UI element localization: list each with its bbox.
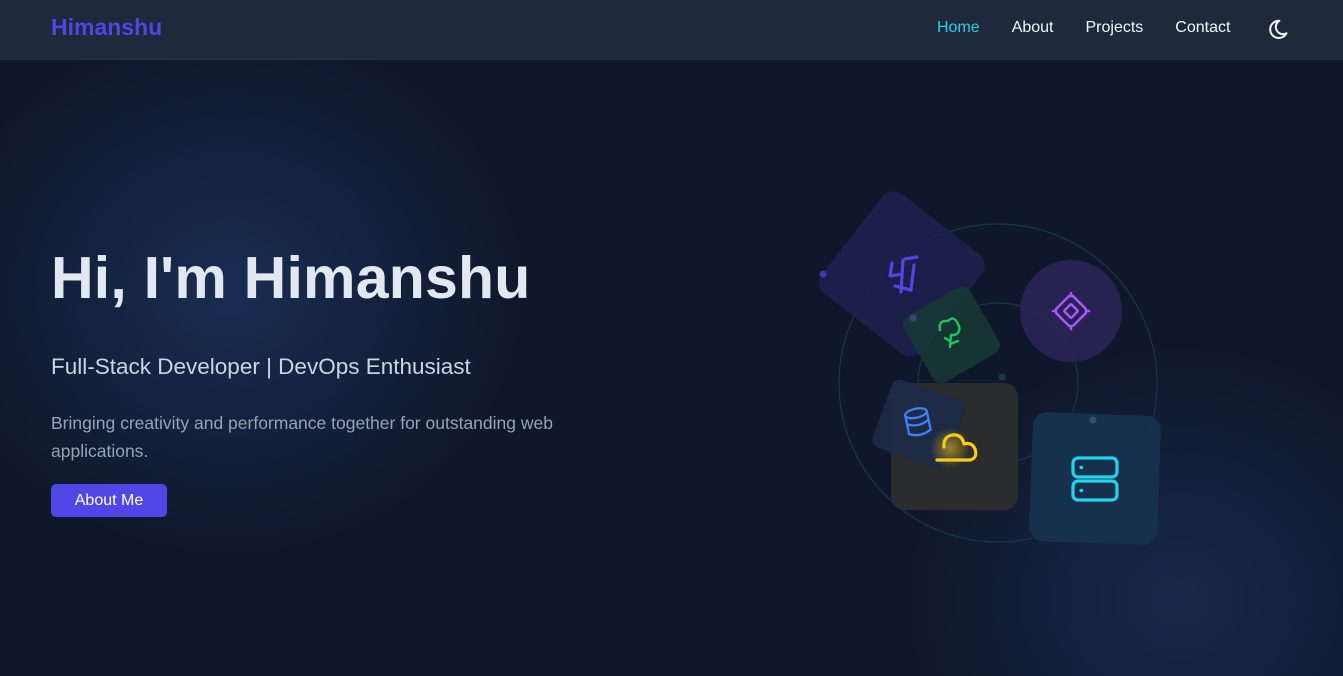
orbit-dot <box>998 373 1006 381</box>
orbit-dot <box>1089 416 1097 424</box>
nav-link-about[interactable]: About <box>1012 18 1054 38</box>
nav-links: Home About Projects Contact <box>937 18 1262 38</box>
tech-illustration <box>819 191 1161 545</box>
orbit-dot <box>819 270 827 278</box>
nav-link-contact[interactable]: Contact <box>1175 18 1230 38</box>
brand-logo[interactable]: Himanshu <box>51 14 162 41</box>
hero-subtitle: Full-Stack Developer | DevOps Enthusiast <box>51 354 471 379</box>
page: Himanshu Home About Projects Contact Hi,… <box>0 0 1343 676</box>
nav-link-home[interactable]: Home <box>937 18 980 38</box>
navbar: Himanshu Home About Projects Contact <box>0 0 1343 60</box>
orbit-dot <box>909 314 917 322</box>
cpu-chip-tile <box>1020 260 1122 362</box>
nav-link-projects[interactable]: Projects <box>1086 18 1144 38</box>
hero-description: Bringing creativity and performance toge… <box>51 413 553 461</box>
hero-title: Hi, I'm Himanshu <box>51 245 531 311</box>
about-me-button[interactable]: About Me <box>51 484 167 517</box>
moon-icon[interactable] <box>1267 15 1295 43</box>
